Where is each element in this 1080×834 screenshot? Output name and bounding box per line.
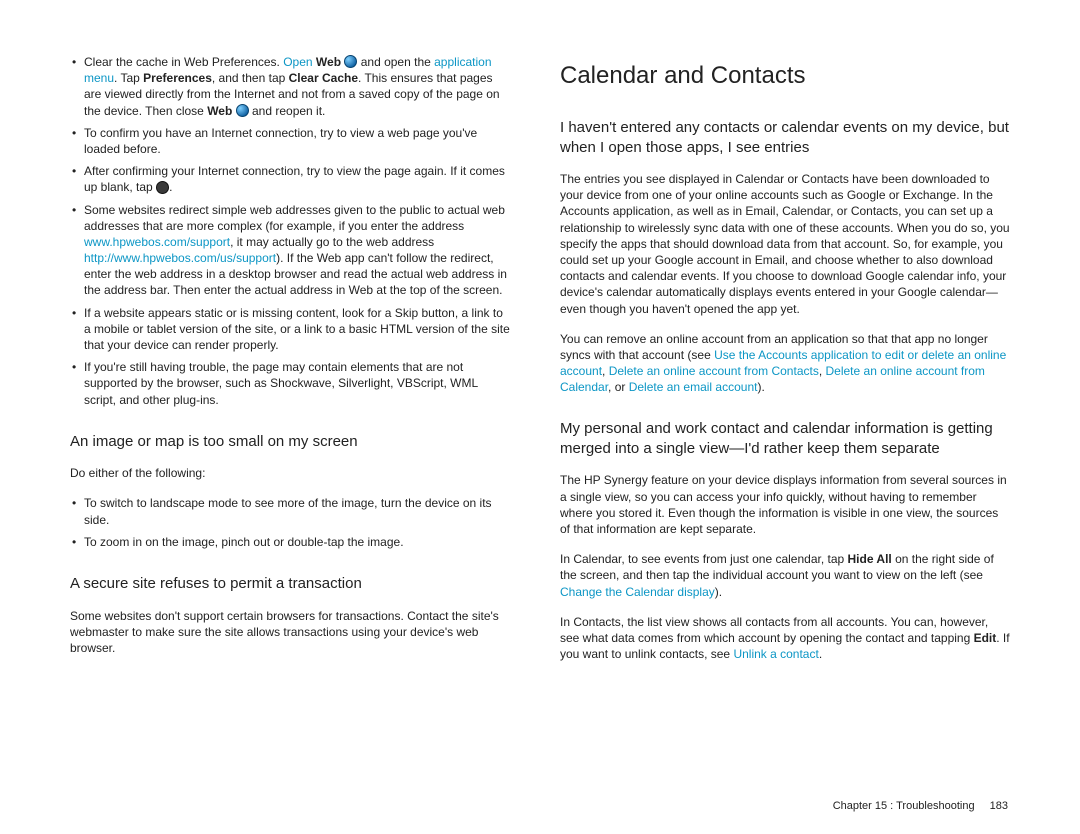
section-heading: A secure site refuses to permit a transa… — [70, 574, 510, 594]
list-item: To confirm you have an Internet connecti… — [70, 125, 510, 157]
bullet-list-2: To switch to landscape mode to see more … — [70, 495, 510, 550]
chapter-label: Chapter 15 : Troubleshooting — [833, 800, 975, 812]
bullet-list-1: Clear the cache in Web Preferences. Open… — [70, 54, 510, 408]
body-text: In Contacts, the list view shows all con… — [560, 614, 1010, 663]
list-item: To zoom in on the image, pinch out or do… — [70, 534, 510, 550]
body-text: The entries you see displayed in Calenda… — [560, 171, 1010, 317]
delete-email-link[interactable]: Delete an email account — [629, 380, 758, 394]
refresh-icon — [156, 181, 169, 194]
open-link[interactable]: Open — [283, 55, 312, 69]
list-item: After confirming your Internet connectio… — [70, 163, 510, 195]
web-icon — [236, 104, 249, 117]
document-page: Clear the cache in Web Preferences. Open… — [0, 0, 1080, 834]
list-item: If a website appears static or is missin… — [70, 305, 510, 354]
page-number: 183 — [990, 800, 1008, 812]
section-heading: My personal and work contact and calenda… — [560, 419, 1010, 458]
body-text: Do either of the following: — [70, 465, 510, 481]
list-item: To switch to landscape mode to see more … — [70, 495, 510, 527]
body-text: Some websites don't support certain brow… — [70, 608, 510, 657]
list-item: Some websites redirect simple web addres… — [70, 202, 510, 299]
chapter-heading: Calendar and Contacts — [560, 62, 1010, 90]
left-column: Clear the cache in Web Preferences. Open… — [40, 54, 540, 814]
list-item: If you're still having trouble, the page… — [70, 359, 510, 408]
unlink-contact-link[interactable]: Unlink a contact — [733, 647, 818, 661]
right-column: Calendar and Contacts I haven't entered … — [540, 54, 1040, 814]
section-heading: An image or map is too small on my scree… — [70, 432, 510, 452]
url-link[interactable]: http://www.hpwebos.com/us/support — [84, 251, 276, 265]
body-text: In Calendar, to see events from just one… — [560, 551, 1010, 600]
page-footer: Chapter 15 : Troubleshooting 183 — [833, 800, 1008, 812]
section-heading: I haven't entered any contacts or calend… — [560, 118, 1010, 157]
body-text: You can remove an online account from an… — [560, 331, 1010, 396]
change-calendar-link[interactable]: Change the Calendar display — [560, 585, 715, 599]
web-icon — [344, 55, 357, 68]
url-link[interactable]: www.hpwebos.com/support — [84, 235, 230, 249]
body-text: The HP Synergy feature on your device di… — [560, 472, 1010, 537]
list-item: Clear the cache in Web Preferences. Open… — [70, 54, 510, 119]
delete-contacts-link[interactable]: Delete an online account from Contacts — [609, 364, 819, 378]
